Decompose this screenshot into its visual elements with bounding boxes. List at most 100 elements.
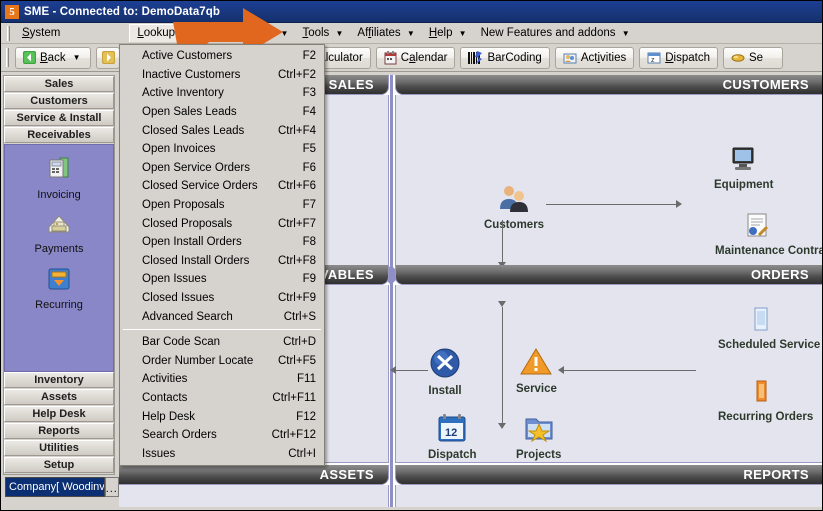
menu-item-order-number-locate[interactable]: Order Number Locate Ctrl+F5: [120, 352, 324, 371]
calendar-button[interactable]: Calendar: [375, 46, 456, 69]
sidebar-group-sales[interactable]: Sales: [4, 76, 114, 92]
company-browse-button[interactable]: ...: [104, 477, 119, 497]
menu-help[interactable]: Help ▼: [422, 25, 474, 42]
sidebar-item-label: Recurring: [35, 299, 83, 311]
menu-item-closed-install-orders[interactable]: Closed Install Orders Ctrl+F8: [120, 252, 324, 271]
menu-item-open-install-orders[interactable]: Open Install Orders F8: [120, 233, 324, 252]
node-dispatch[interactable]: 12 Dispatch: [428, 413, 477, 461]
app-icon: 5: [5, 4, 19, 19]
forward-button[interactable]: [96, 46, 120, 69]
quadrant-body-orders: Install Service 12 Dispatch Projects Sch…: [390, 285, 822, 463]
menu-item-contacts[interactable]: Contacts Ctrl+F11: [120, 389, 324, 408]
node-install[interactable]: Install: [428, 347, 462, 397]
dispatch-calendar-icon: 12: [436, 413, 468, 448]
arrow-orders-spine: [502, 307, 503, 427]
sidebar-item-recurring[interactable]: Recurring: [35, 267, 83, 311]
node-recurring-orders[interactable]: Recurring Orders: [716, 379, 813, 423]
menu-item-open-issues[interactable]: Open Issues F9: [120, 270, 324, 289]
menu-item-inactive-customers[interactable]: Inactive Customers Ctrl+F2: [120, 66, 324, 85]
sidebar-item-label: Invoicing: [37, 189, 81, 201]
sidebar-group-setup[interactable]: Setup: [4, 457, 114, 473]
menu-new-features[interactable]: New Features and addons ▼: [474, 25, 637, 42]
install-tools-icon: [428, 347, 462, 384]
menu-item-help-desk[interactable]: Help Desk F12: [120, 407, 324, 426]
menu-item-open-invoices[interactable]: Open Invoices F5: [120, 140, 324, 159]
quadrant-title-customers[interactable]: CUSTOMERS: [395, 75, 822, 95]
sidebar-group-inventory[interactable]: Inventory: [4, 372, 114, 388]
menu-item-open-service-orders[interactable]: Open Service Orders F6: [120, 159, 324, 178]
menu-item-closed-sales-leads[interactable]: Closed Sales Leads Ctrl+F4: [120, 121, 324, 140]
arrow-scheduled-to-service: [564, 370, 696, 371]
invoice-icon: [46, 155, 72, 186]
arrow-install-to-invoices: [396, 370, 428, 371]
menu-item-open-proposals[interactable]: Open Proposals F7: [120, 196, 324, 215]
sidebar-group-help-desk[interactable]: Help Desk: [4, 406, 114, 422]
company-selector[interactable]: Company[ Woodinville ... ✓: [5, 477, 135, 497]
quadrant-title-orders[interactable]: ORDERS: [395, 265, 822, 285]
menu-item-closed-proposals[interactable]: Closed Proposals Ctrl+F7: [120, 214, 324, 233]
back-button[interactable]: Back ▼: [15, 46, 91, 69]
menu-tools[interactable]: Tools ▼: [295, 25, 350, 42]
dispatch-button[interactable]: z Dispatch: [639, 46, 718, 69]
menu-item-activities[interactable]: Activities F11: [120, 370, 324, 389]
node-label: Service: [516, 383, 557, 395]
menu-search-views[interactable]: Search Views ▼: [197, 25, 295, 42]
arrow-customers-to-equipment: [546, 204, 676, 205]
menu-item-closed-issues[interactable]: Closed Issues Ctrl+F9: [120, 289, 324, 308]
sidebar-group-customers[interactable]: Customers: [4, 93, 114, 109]
sidebar-group-receivables[interactable]: Receivables: [4, 127, 114, 143]
menu-lookup[interactable]: Lookup ▼: [129, 24, 198, 42]
menu-item-open-sales-leads[interactable]: Open Sales Leads F4: [120, 103, 324, 122]
menu-bar: SSystemystem Lookup ▼ Search Views ▼ Too…: [1, 23, 822, 44]
sidebar-item-payments[interactable]: Payments: [34, 213, 84, 255]
node-label: Projects: [516, 449, 562, 461]
sidebar-group-reports[interactable]: Reports: [4, 423, 114, 439]
menu-item-active-customers[interactable]: Active Customers F2: [120, 47, 324, 66]
dropdown-group-2: Bar Code Scan Ctrl+D Order Number Locate C…: [120, 333, 324, 463]
menu-item-bar-code-scan[interactable]: Bar Code Scan Ctrl+D: [120, 333, 324, 352]
node-projects[interactable]: Projects: [516, 413, 561, 461]
arrow-customers-down: [502, 220, 503, 268]
sidebar-group-service-install[interactable]: Service & Install: [4, 110, 114, 126]
arrow-head-right: [676, 200, 682, 208]
sidebar-item-label: Payments: [34, 243, 84, 255]
search-button[interactable]: Se: [722, 46, 783, 69]
back-arrow-icon: [23, 51, 36, 64]
equipment-icon: [729, 145, 759, 178]
menu-separator: [123, 328, 321, 330]
node-label: Equipment: [714, 179, 774, 191]
back-dropdown-caret[interactable]: ▼: [73, 53, 81, 62]
title-bar: 5 SME - Connected to: DemoData7qb: [1, 1, 822, 23]
activities-button[interactable]: Activities: [554, 46, 635, 69]
search-icon: [731, 52, 745, 64]
node-customers[interactable]: Customers: [484, 183, 544, 231]
window-bottom-strip: [1, 507, 822, 510]
barcoding-button[interactable]: BarCoding: [460, 46, 550, 69]
menu-item-search-orders[interactable]: Search Orders Ctrl+F12: [120, 426, 324, 445]
node-label: Maintenance Contracts: [715, 245, 822, 257]
payments-icon: [46, 213, 72, 240]
company-value[interactable]: Company[ Woodinville: [5, 477, 105, 497]
menu-item-advanced-search[interactable]: Advanced Search Ctrl+S: [120, 307, 324, 326]
node-maintenance-contracts[interactable]: Maintenance Contracts: [712, 213, 822, 257]
node-equipment[interactable]: Equipment: [714, 145, 773, 191]
sidebar-group-assets[interactable]: Assets: [4, 389, 114, 405]
quadrant-title-reports[interactable]: REPORTS: [395, 465, 822, 485]
dispatch-icon: z: [647, 51, 661, 65]
node-scheduled-service[interactable]: Scheduled Service: [716, 307, 820, 351]
menu-item-active-inventory[interactable]: Active Inventory F3: [120, 84, 324, 103]
quadrant-customers: CUSTOMERS Customers Equipment Maintenanc…: [395, 75, 822, 274]
projects-folder-icon: [523, 413, 555, 448]
node-label: Customers: [484, 219, 545, 231]
toolbar-grip[interactable]: [6, 48, 9, 67]
menu-system[interactable]: SSystemystem: [15, 25, 67, 42]
menu-item-issues[interactable]: Issues Ctrl+I: [120, 444, 324, 463]
sidebar-item-invoicing[interactable]: Invoicing: [37, 155, 81, 201]
menu-grip[interactable]: [7, 25, 10, 41]
sidebar-group-utilities[interactable]: Utilities: [4, 440, 114, 456]
menu-affiliates[interactable]: Affiliates ▼: [350, 25, 421, 42]
node-service[interactable]: Service: [516, 347, 557, 395]
menu-item-closed-service-orders[interactable]: Closed Service Orders Ctrl+F6: [120, 177, 324, 196]
dropdown-group-1: Active Customers F2 Inactive Customers Ctr…: [120, 47, 324, 326]
quadrant-title-assets[interactable]: ASSETS: [119, 465, 389, 485]
